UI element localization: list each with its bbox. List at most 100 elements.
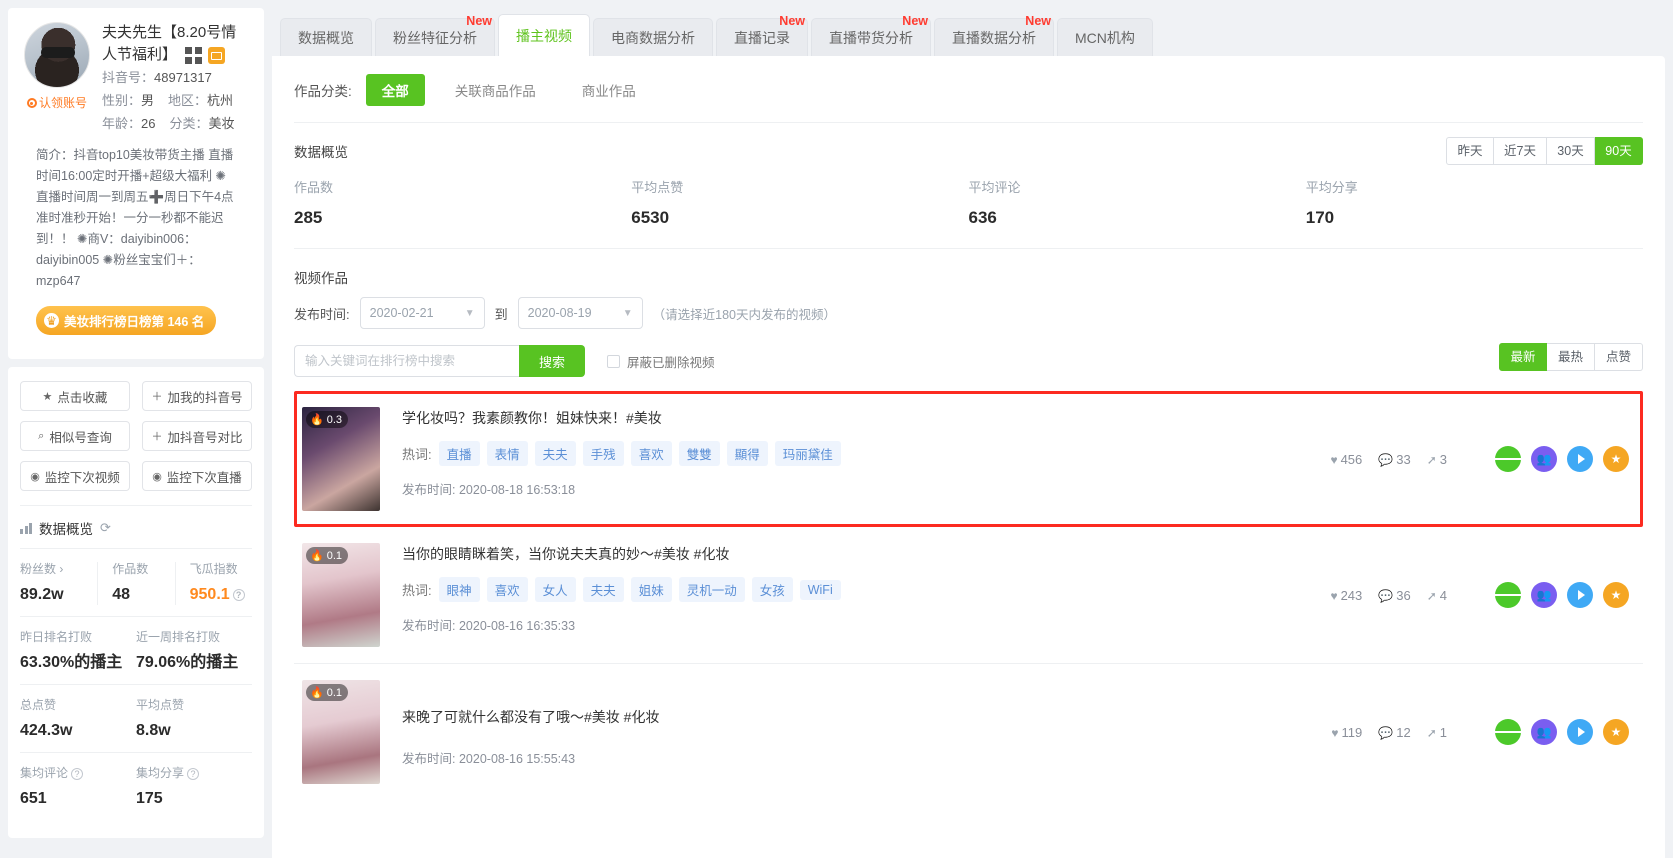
video-thumbnail[interactable]: 🔥 0.1 [302, 680, 380, 784]
table-row[interactable]: 🔥 0.1 当你的眼睛眯着笑，当你说夫夫真的妙～#美妆 #化妆 热词: 眼神 喜欢… [294, 527, 1643, 664]
keyword-tag[interactable]: 眼神 [438, 577, 480, 602]
shop-icon[interactable] [208, 46, 226, 64]
favorite-button[interactable]: ★ [1603, 719, 1629, 745]
video-body: 来晚了可就什么都没有了哦～#美妆 #化妆 发布时间: 2020-08-16 15… [380, 680, 1331, 767]
keyword-tag[interactable]: 玛丽黛佳 [774, 441, 841, 466]
video-likes: ♥ 456 [1330, 452, 1362, 467]
keyword-tag[interactable]: 女孩 [751, 577, 793, 602]
help-icon[interactable]: ? [71, 767, 84, 780]
play-button[interactable] [1567, 582, 1593, 608]
work-category-label: 作品分类: [294, 84, 352, 99]
sort-hottest[interactable]: 最热 [1547, 343, 1595, 371]
video-body: 当你的眼睛眯着笑，当你说夫夫真的妙～#美妆 #化妆 热词: 眼神 喜欢 女人 夫… [380, 543, 1330, 634]
keyword-tag[interactable]: 喜欢 [630, 441, 672, 466]
tab-live-sales-analysis[interactable]: New 直播带货分析 [811, 14, 931, 56]
play-button[interactable] [1567, 719, 1593, 745]
keyword-tag[interactable]: 姐妹 [630, 577, 672, 602]
date-to-select[interactable]: 2020-08-19 ▼ [517, 297, 643, 329]
add-my-douyin-button[interactable]: ＋ 加我的抖音号 [142, 381, 252, 411]
tab-label: 电商数据分析 [611, 30, 695, 46]
monitor-next-video-button[interactable]: ◉ 监控下次视频 [20, 461, 130, 491]
table-row[interactable]: 🔥 0.3 学化妆吗？我素颜教你！姐妹快来！#美妆 热词: 直播 表情 夫夫 手残… [294, 391, 1643, 527]
publish-time-label: 发布时间: [402, 752, 456, 766]
play-button[interactable] [1567, 446, 1593, 472]
video-publish-time: 发布时间: 2020-08-18 16:53:18 [402, 479, 1330, 498]
yesterday-rank-cell: 昨日排名打败 63.30%的播主 [20, 628, 136, 675]
help-icon[interactable]: ? [187, 767, 200, 780]
hide-deleted-checkbox-wrap[interactable]: 屏蔽已删除视频 [607, 352, 715, 371]
tab-live-records[interactable]: New 直播记录 [716, 14, 808, 56]
range-7days[interactable]: 近7天 [1494, 137, 1547, 165]
hide-deleted-checkbox[interactable] [607, 354, 621, 368]
tab-fans-analysis[interactable]: New 粉丝特征分析 [375, 14, 495, 56]
video-title[interactable]: 来晚了可就什么都没有了哦～#美妆 #化妆 [402, 706, 1331, 728]
avg-comments-cell: 集均评论? 651 [20, 764, 136, 811]
similar-account-button[interactable]: ⌕ 相似号查询 [20, 421, 130, 451]
sidebar-stat-row: 集均评论? 651 集均分享? 175 [20, 752, 252, 820]
favorite-button[interactable]: ★ 点击收藏 [20, 381, 130, 411]
refresh-icon[interactable]: ⟳ [100, 520, 111, 536]
eye-icon: ◉ [30, 470, 40, 483]
keyword-tag[interactable]: 灵机一动 [678, 577, 745, 602]
search-input[interactable] [294, 345, 519, 377]
keyword-tag[interactable]: 顯得 [726, 441, 768, 466]
audience-button[interactable]: 👥 [1531, 719, 1557, 745]
video-title[interactable]: 当你的眼睛眯着笑，当你说夫夫真的妙～#美妆 #化妆 [402, 543, 1330, 565]
keyword-tag[interactable]: 雙雙 [678, 441, 720, 466]
publish-time-filter: 发布时间: 2020-02-21 ▼ 到 2020-08-19 ▼ （请选择近1… [272, 287, 1665, 329]
video-comments: 💬 12 [1378, 725, 1410, 740]
bio-text: 抖音top10美妆带货主播 直播时间16:00定时开播+超级大福利 ✺直播时间周… [36, 148, 234, 288]
tab-live-data-analysis[interactable]: New 直播数据分析 [934, 14, 1054, 56]
tab-data-overview[interactable]: 数据概览 [280, 18, 372, 56]
detail-button[interactable] [1495, 446, 1521, 472]
chip-all[interactable]: 全部 [365, 74, 425, 106]
detail-button[interactable] [1495, 582, 1521, 608]
fire-score: 0.3 [326, 413, 342, 426]
keyword-tag[interactable]: 夫夫 [534, 441, 576, 466]
help-icon[interactable]: ? [232, 588, 245, 601]
star-icon: ★ [42, 390, 53, 403]
overview-stats-grid: 作品数 285 平均点赞 6530 平均评论 636 平均分享 170 [272, 161, 1665, 248]
avg-shares-label: 集均分享? [136, 764, 252, 782]
keyword-tag[interactable]: 表情 [486, 441, 528, 466]
chart-icon [20, 522, 32, 534]
compare-douyin-button[interactable]: ＋ 加抖音号对比 [142, 421, 252, 451]
search-button[interactable]: 搜索 [519, 345, 586, 377]
keyword-tag[interactable]: 夫夫 [582, 577, 624, 602]
favorite-button[interactable]: ★ [1603, 582, 1629, 608]
chip-commercial[interactable]: 商业作品 [566, 74, 652, 106]
range-30days[interactable]: 30天 [1547, 137, 1595, 165]
monitor-next-live-button[interactable]: ◉ 监控下次直播 [142, 461, 252, 491]
audience-button[interactable]: 👥 [1531, 446, 1557, 472]
fans-count-cell[interactable]: 粉丝数 › 89.2w [20, 560, 97, 607]
keyword-tag[interactable]: 手残 [582, 441, 624, 466]
detail-button[interactable] [1495, 719, 1521, 745]
monitor-next-live-label: 监控下次直播 [166, 470, 242, 485]
date-from-select[interactable]: 2020-02-21 ▼ [359, 297, 485, 329]
keyword-tag[interactable]: 喜欢 [486, 577, 528, 602]
claim-account-link[interactable]: 认领账号 [22, 94, 92, 111]
douyin-id-row: 抖音号：48971317 [102, 66, 250, 89]
chip-linked-products[interactable]: 关联商品作品 [439, 74, 552, 106]
table-row[interactable]: 🔥 0.1 来晚了可就什么都没有了哦～#美妆 #化妆 发布时间: 2020-08-… [294, 664, 1643, 800]
favorite-button[interactable]: ★ [1603, 446, 1629, 472]
range-yesterday[interactable]: 昨天 [1446, 137, 1495, 165]
share-icon: ➚ [1426, 588, 1437, 603]
sort-newest[interactable]: 最新 [1499, 343, 1547, 371]
keyword-tag[interactable]: 女人 [534, 577, 576, 602]
keyword-tag[interactable]: 直播 [438, 441, 480, 466]
total-likes-cell: 总点赞 424.3w [20, 696, 136, 743]
sort-likes[interactable]: 点赞 [1595, 343, 1643, 371]
keyword-tag[interactable]: WiFi [799, 579, 841, 600]
tab-mcn[interactable]: MCN机构 [1057, 18, 1153, 56]
heart-icon: ♥ [1331, 725, 1339, 740]
audience-button[interactable]: 👥 [1531, 582, 1557, 608]
video-title[interactable]: 学化妆吗？我素颜教你！姐妹快来！#美妆 [402, 407, 1330, 429]
qrcode-icon[interactable] [185, 46, 203, 64]
tab-host-videos[interactable]: 播主视频 [498, 14, 590, 56]
range-90days[interactable]: 90天 [1595, 137, 1643, 165]
video-thumbnail[interactable]: 🔥 0.3 [302, 407, 380, 511]
tab-ecommerce-analysis[interactable]: 电商数据分析 [593, 18, 713, 56]
video-shares-value: 4 [1439, 587, 1447, 603]
video-thumbnail[interactable]: 🔥 0.1 [302, 543, 380, 647]
